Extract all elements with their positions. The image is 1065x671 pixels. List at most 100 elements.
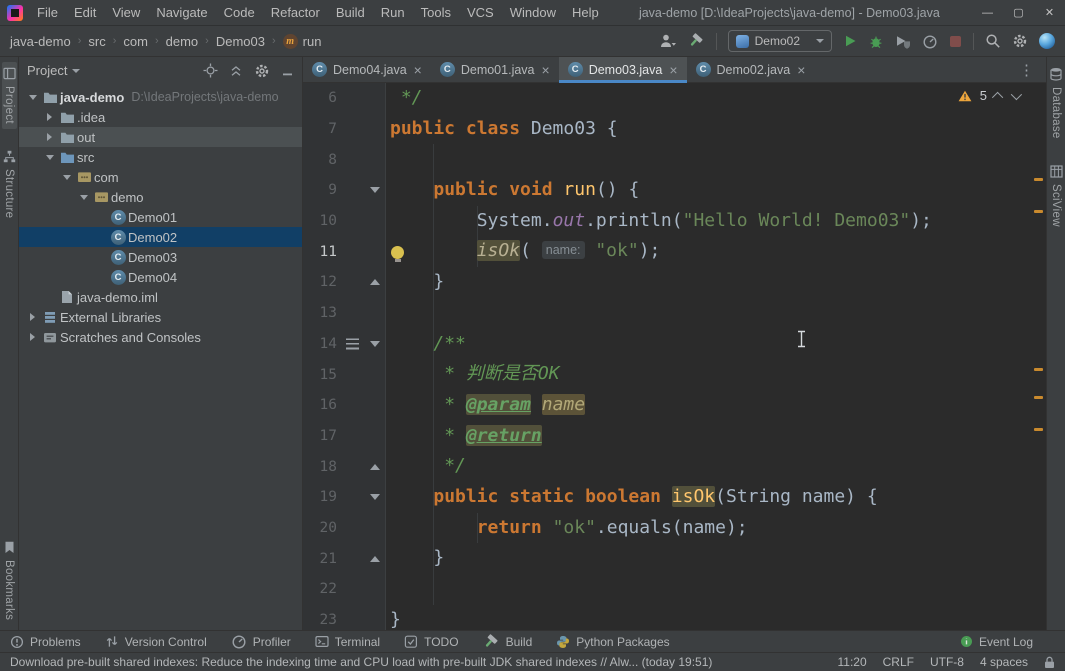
profiler-icon[interactable] <box>922 34 938 49</box>
code-text[interactable]: */ <box>386 83 1046 114</box>
code-text[interactable]: * 判断是否OK <box>386 359 1046 390</box>
tab-demo03-java[interactable]: C Demo03.java × <box>558 57 687 83</box>
code-text[interactable]: /** <box>386 329 1046 360</box>
menu-item-view[interactable]: View <box>104 0 148 25</box>
line-number[interactable]: 10 <box>303 213 337 229</box>
project-panel-title[interactable]: Project <box>27 63 67 78</box>
tree-item-demo02[interactable]: C Demo02 <box>19 227 302 247</box>
tree-item-demo04[interactable]: C Demo04 <box>19 267 302 287</box>
breadcrumb-item-run[interactable]: m run <box>282 33 321 49</box>
more-options-icon[interactable]: ⋮ <box>1007 61 1046 79</box>
collapse-all-icon[interactable] <box>229 64 243 78</box>
breadcrumb-item-java-demo[interactable]: java-demo <box>10 34 71 49</box>
debug-icon[interactable] <box>868 34 884 49</box>
code-text[interactable]: * @return <box>386 421 1046 452</box>
fold-up-icon[interactable] <box>370 279 380 286</box>
status-item-crlf[interactable]: CRLF <box>883 655 914 669</box>
breadcrumb-item-com[interactable]: com <box>123 34 148 49</box>
tree-item-com[interactable]: com <box>19 167 302 187</box>
tool-stripe-sciview[interactable]: SciView <box>1049 160 1064 232</box>
chevron-down-icon[interactable] <box>28 94 37 100</box>
settings-gear-icon[interactable] <box>1012 33 1028 49</box>
fold-up-icon[interactable] <box>370 555 380 562</box>
run-config-selector[interactable]: Demo02 <box>727 30 832 52</box>
tree-item-idea[interactable]: .idea <box>19 107 302 127</box>
line-number[interactable]: 7 <box>303 121 337 137</box>
fold-down-icon[interactable] <box>370 340 380 347</box>
line-number[interactable]: 9 <box>303 182 337 198</box>
code-text[interactable]: */ <box>386 451 1046 482</box>
fold-down-icon[interactable] <box>370 494 380 501</box>
menu-item-code[interactable]: Code <box>216 0 263 25</box>
chevron-right-icon[interactable] <box>47 133 52 141</box>
close-icon[interactable]: × <box>542 63 550 77</box>
menu-item-vcs[interactable]: VCS <box>459 0 502 25</box>
tree-item-demo01[interactable]: C Demo01 <box>19 207 302 227</box>
menu-item-help[interactable]: Help <box>564 0 607 25</box>
stop-icon[interactable] <box>949 35 962 48</box>
breadcrumb-item-src[interactable]: src <box>88 34 105 49</box>
line-number[interactable]: 15 <box>303 367 337 383</box>
code-with-me-icon[interactable] <box>1039 33 1055 49</box>
menu-item-build[interactable]: Build <box>328 0 373 25</box>
line-number[interactable]: 20 <box>303 520 337 536</box>
line-number[interactable]: 6 <box>303 90 337 106</box>
editor-body[interactable]: 6 */ 7 public class Demo03 {8 9 public void… <box>303 83 1046 630</box>
line-number[interactable]: 14 <box>303 336 337 352</box>
line-number[interactable]: 12 <box>303 274 337 290</box>
run-icon[interactable] <box>843 34 857 48</box>
line-number[interactable]: 16 <box>303 397 337 413</box>
menu-item-edit[interactable]: Edit <box>66 0 104 25</box>
menu-item-refactor[interactable]: Refactor <box>263 0 328 25</box>
status-item-4-spaces[interactable]: 4 spaces <box>980 655 1028 669</box>
chevron-down-icon[interactable] <box>62 174 71 180</box>
close-icon[interactable]: × <box>797 63 805 77</box>
menu-item-window[interactable]: Window <box>502 0 564 25</box>
close-icon[interactable]: × <box>414 63 422 77</box>
line-number[interactable]: 19 <box>303 489 337 505</box>
line-number[interactable]: 22 <box>303 581 337 597</box>
toolwindow-button-build[interactable]: Build <box>483 633 532 650</box>
code-text[interactable]: public static boolean isOk(String name) … <box>386 482 1046 513</box>
chevron-down-icon[interactable] <box>45 154 54 160</box>
tree-item-external-libraries[interactable]: External Libraries <box>19 307 302 327</box>
menu-item-navigate[interactable]: Navigate <box>148 0 215 25</box>
close-icon[interactable]: × <box>669 63 677 77</box>
line-number[interactable]: 17 <box>303 428 337 444</box>
chevron-right-icon[interactable] <box>47 113 52 121</box>
code-text[interactable]: return "ok".equals(name); <box>386 513 1046 544</box>
menu-item-file[interactable]: File <box>29 0 66 25</box>
line-number[interactable]: 21 <box>303 551 337 567</box>
hammer-icon[interactable] <box>688 33 705 49</box>
tab-demo04-java[interactable]: C Demo04.java × <box>303 57 431 82</box>
code-text[interactable]: } <box>386 605 1046 630</box>
toolwindow-button-problems[interactable]: Problems <box>10 635 81 649</box>
code-text[interactable]: public class Demo03 { <box>386 114 1046 145</box>
toolwindow-button-python-packages[interactable]: Python Packages <box>556 635 670 649</box>
status-item-utf-8[interactable]: UTF-8 <box>930 655 964 669</box>
scrollbar-warning-mark[interactable] <box>1034 178 1043 181</box>
line-number[interactable]: 18 <box>303 459 337 475</box>
tab-demo02-java[interactable]: C Demo02.java × <box>687 57 815 82</box>
previous-warning-icon[interactable] <box>991 91 1004 103</box>
line-number[interactable]: 13 <box>303 305 337 321</box>
chevron-right-icon[interactable] <box>30 333 35 341</box>
code-text[interactable]: System.out.println("Hello World! Demo03"… <box>386 206 1046 237</box>
line-number[interactable]: 23 <box>303 612 337 628</box>
inspection-widget[interactable]: 5 <box>958 88 1023 103</box>
toolwindow-button-event-log[interactable]: Event Log <box>960 635 1033 649</box>
tool-stripe-structure[interactable]: Structure <box>2 145 17 223</box>
search-icon[interactable] <box>985 33 1001 49</box>
tool-stripe-database[interactable]: Database <box>1048 62 1064 144</box>
intention-bulb-icon[interactable] <box>391 245 404 262</box>
user-icon[interactable] <box>659 33 677 49</box>
close-button[interactable]: ✕ <box>1034 0 1065 25</box>
line-number[interactable]: 8 <box>303 152 337 168</box>
status-message[interactable]: Download pre-built shared indexes: Reduc… <box>10 655 821 669</box>
scrollbar-warning-mark[interactable] <box>1034 368 1043 371</box>
tool-stripe-project[interactable]: Project <box>1 62 17 129</box>
chevron-right-icon[interactable] <box>30 313 35 321</box>
breadcrumb-item-demo[interactable]: demo <box>166 34 199 49</box>
lock-icon[interactable] <box>1044 656 1055 669</box>
line-number[interactable]: 11 <box>303 244 337 260</box>
